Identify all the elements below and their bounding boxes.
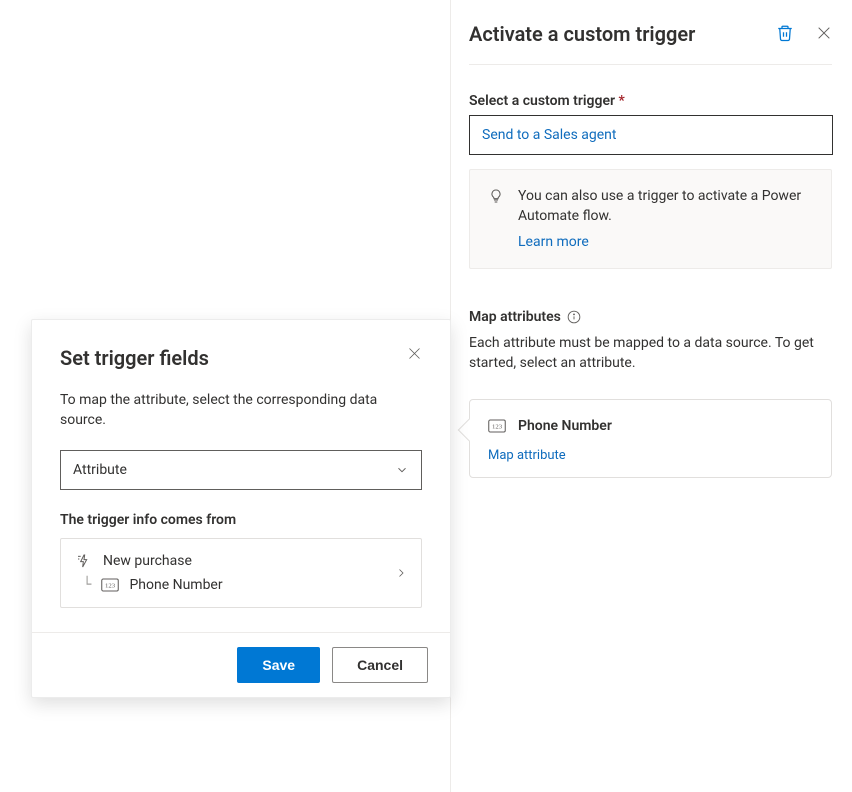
number-field-icon: 123 xyxy=(488,419,506,433)
source-event: New purchase xyxy=(103,553,192,569)
lightbulb-icon xyxy=(488,188,504,252)
attribute-dropdown[interactable]: Attribute xyxy=(60,450,422,490)
tip-text: You can also use a trigger to activate a… xyxy=(518,188,801,224)
cancel-button[interactable]: Cancel xyxy=(332,647,428,683)
dialog-footer: Save Cancel xyxy=(32,632,450,697)
attribute-card[interactable]: 123 Phone Number Map attribute xyxy=(469,399,832,478)
set-trigger-fields-dialog: Set trigger fields To map the attribute,… xyxy=(31,319,451,698)
attribute-name: Phone Number xyxy=(518,418,612,434)
source-card[interactable]: New purchase └ 123 Phone Number xyxy=(60,538,422,608)
side-panel: Activate a custom trigger Select a custo… xyxy=(450,0,850,792)
chevron-right-icon xyxy=(395,567,407,579)
panel-title: Activate a custom trigger xyxy=(469,20,695,48)
map-attributes-label: Map attributes xyxy=(469,309,561,325)
source-label: The trigger info comes from xyxy=(60,512,422,528)
dialog-desc: To map the attribute, select the corresp… xyxy=(60,390,422,430)
save-button[interactable]: Save xyxy=(237,647,320,683)
map-attribute-link[interactable]: Map attribute xyxy=(488,448,566,463)
source-field: Phone Number xyxy=(129,577,222,593)
close-icon[interactable] xyxy=(407,346,422,361)
svg-text:123: 123 xyxy=(492,424,503,431)
lightning-icon xyxy=(75,553,93,569)
close-icon[interactable] xyxy=(816,25,832,41)
side-panel-header: Activate a custom trigger xyxy=(469,20,832,65)
chevron-down-icon xyxy=(395,463,409,477)
tree-elbow-icon: └ xyxy=(83,577,91,593)
tip-callout: You can also use a trigger to activate a… xyxy=(469,169,832,269)
dropdown-value: Attribute xyxy=(73,462,127,478)
svg-text:123: 123 xyxy=(105,583,116,590)
info-icon[interactable] xyxy=(567,310,581,324)
trash-icon[interactable] xyxy=(776,24,794,42)
dialog-title: Set trigger fields xyxy=(60,346,209,370)
map-attributes-desc: Each attribute must be mapped to a data … xyxy=(469,333,832,373)
trigger-field-label: Select a custom trigger * xyxy=(469,93,832,109)
required-asterisk: * xyxy=(619,93,625,109)
attribute-card-pointer xyxy=(458,419,481,442)
panel-header-actions xyxy=(776,24,832,42)
number-field-icon: 123 xyxy=(101,578,119,592)
dialog-header: Set trigger fields xyxy=(60,346,422,370)
map-attributes-header: Map attributes xyxy=(469,309,832,325)
trigger-select[interactable]: Send to a Sales agent xyxy=(469,115,833,155)
trigger-select-value: Send to a Sales agent xyxy=(482,127,617,143)
learn-more-link[interactable]: Learn more xyxy=(518,232,589,252)
